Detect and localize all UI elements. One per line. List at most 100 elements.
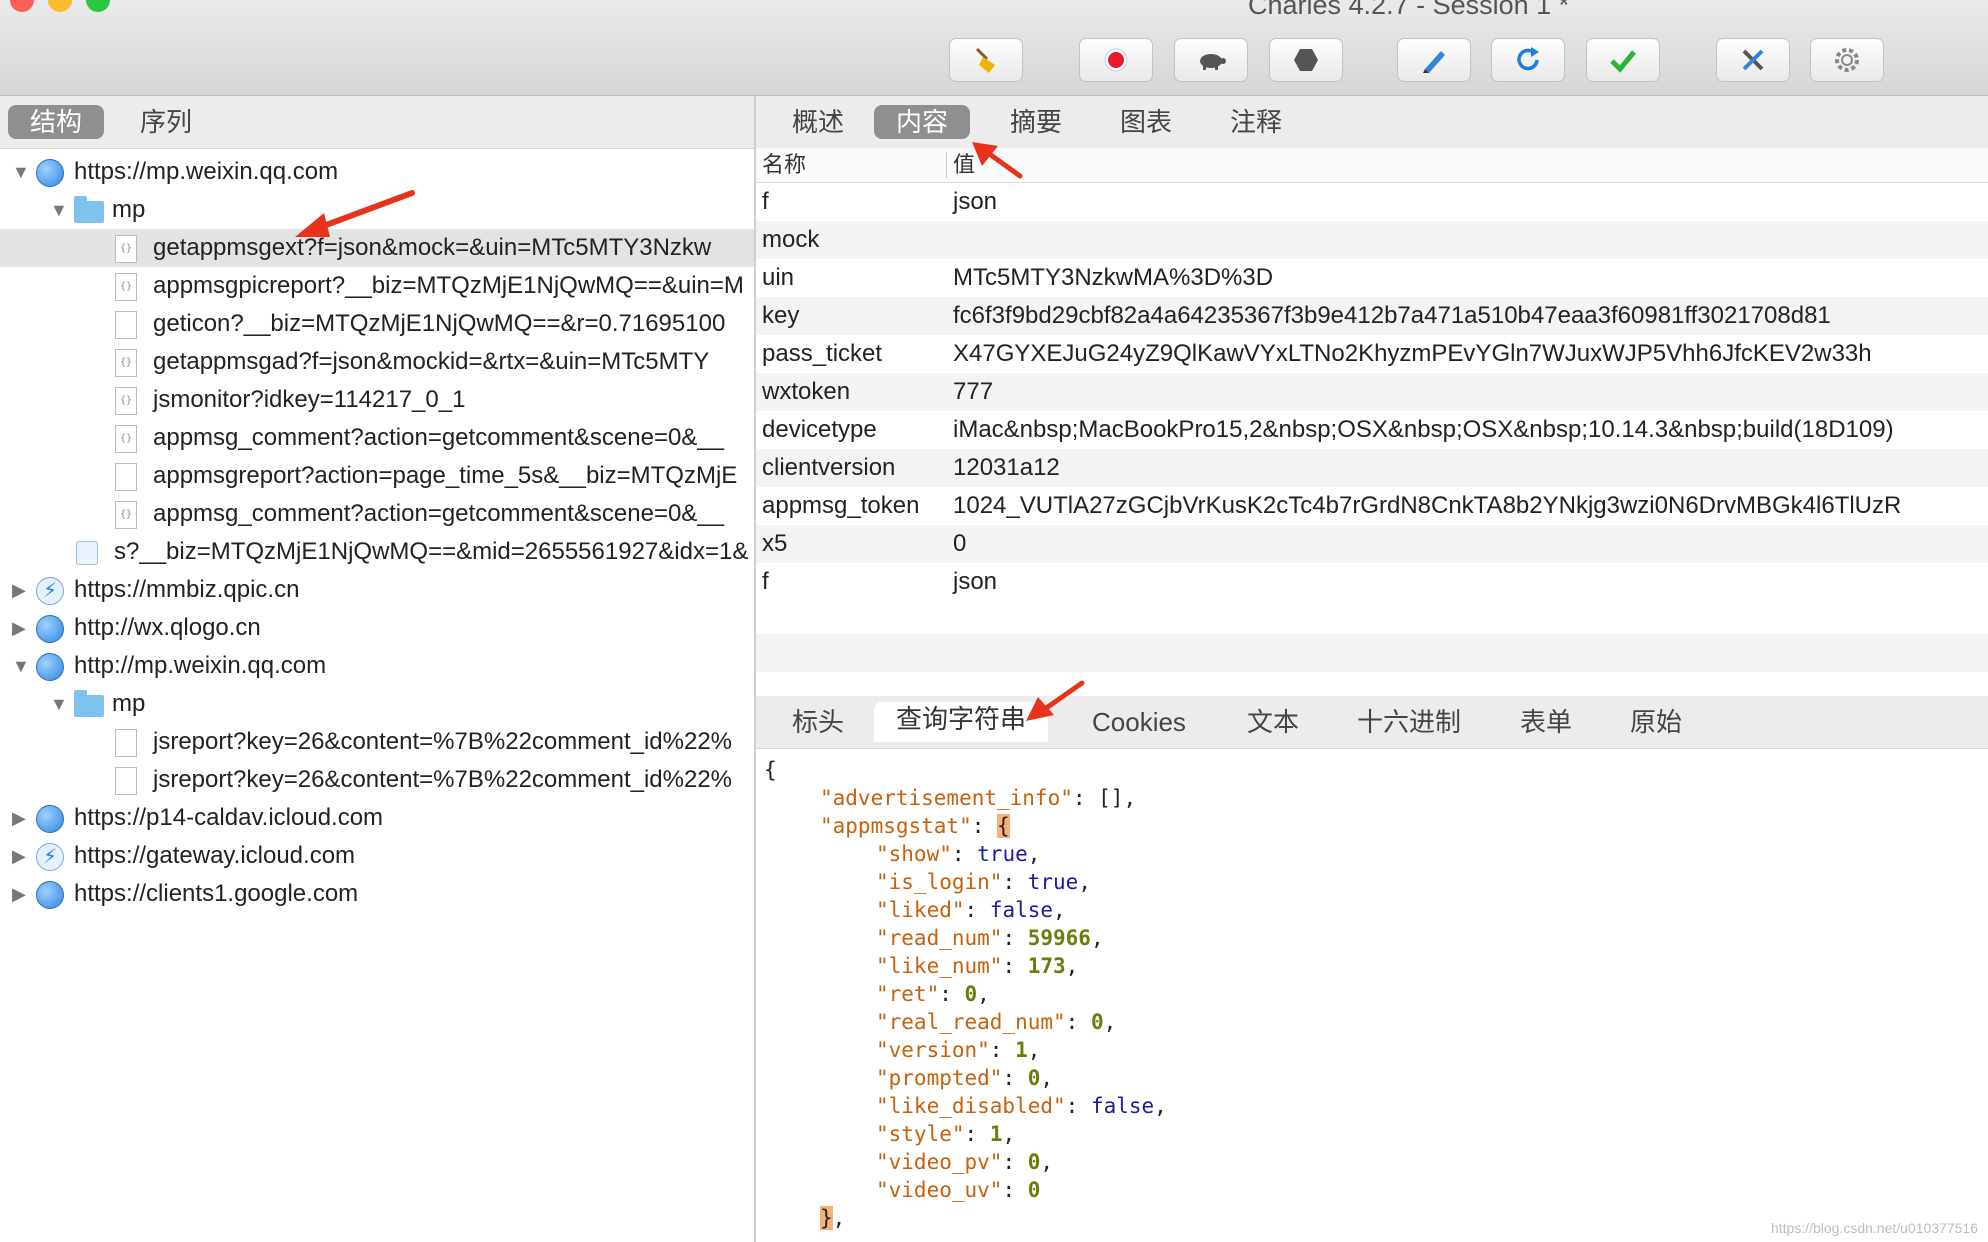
param-value: MTc5MTY3NzkwMA%3D%3D [953, 264, 1274, 291]
json-punctuation: : [1002, 1066, 1028, 1090]
disclosure-collapsed-icon[interactable]: ▶ [12, 571, 30, 609]
host-row[interactable]: ▶ ⚡ https://gateway.icloud.com [0, 837, 754, 875]
column-divider[interactable] [946, 152, 947, 178]
table-empty-row [756, 634, 1988, 672]
request-row[interactable]: jsreport?key=26&content=%7B%22comment_id… [0, 723, 754, 761]
request-row[interactable]: {} appmsg_comment?action=getcomment&scene… [0, 495, 754, 533]
query-param-row[interactable]: f json [756, 183, 1988, 221]
detail-tab-bar: 概述 内容 摘要 图表 注释 [756, 96, 1988, 149]
column-name-header[interactable]: 名称 [762, 148, 806, 182]
query-param-row[interactable]: x5 0 [756, 525, 1988, 563]
json-line: "prompted": 0, [764, 1064, 1167, 1092]
request-row[interactable]: {} appmsg_comment?action=getcomment&scene… [0, 419, 754, 457]
host-row[interactable]: ▶ ⚡ https://mmbiz.qpic.cn [0, 571, 754, 609]
record-button[interactable] [1079, 38, 1153, 82]
json-line: "video_pv": 0, [764, 1148, 1167, 1176]
breakpoints-button[interactable] [1269, 38, 1343, 82]
request-row[interactable]: appmsgreport?action=page_time_5s&__biz=M… [0, 457, 754, 495]
tab-contents[interactable]: 内容 [874, 105, 971, 139]
disclosure-expanded-icon[interactable]: ▼ [50, 685, 68, 723]
zoom-window-button[interactable] [86, 0, 110, 12]
json-key: "like_disabled" [876, 1094, 1066, 1118]
request-row[interactable]: {} appmsgpicreport?__biz=MTQzMjE1NjQwMQ==… [0, 267, 754, 305]
json-punctuation: , [1027, 1038, 1041, 1062]
disclosure-expanded-icon[interactable]: ▼ [50, 191, 68, 229]
clear-session-button[interactable] [949, 38, 1023, 82]
param-value: fc6f3f9bd29cbf82a4a64235367f3b9e412b7a47… [953, 302, 1831, 329]
query-param-row[interactable]: clientversion 12031a12 [756, 449, 1988, 487]
request-row[interactable]: {} jsmonitor?idkey=114217_0_1 [0, 381, 754, 419]
folder-icon [74, 196, 104, 223]
json-line: }, [764, 1204, 1167, 1232]
tab-headers[interactable]: 标头 [770, 705, 866, 739]
host-row[interactable]: ▶ http://wx.qlogo.cn [0, 609, 754, 647]
query-param-row[interactable]: pass_ticket X47GYXEJuG24yZ9QlKawVYxLTNo2K… [756, 335, 1988, 373]
annotation-arrow-icon [295, 190, 415, 237]
pen-icon [1423, 51, 1445, 73]
tree-item-label: appmsgpicreport?__biz=MTQzMjE1NjQwMQ==&u… [153, 272, 744, 299]
request-row[interactable]: s?__biz=MTQzMjE1NjQwMQ==&mid=2655561927&… [0, 533, 754, 571]
tab-summary[interactable]: 摘要 [988, 105, 1084, 139]
tab-overview[interactable]: 概述 [770, 105, 866, 139]
compose-button[interactable] [1397, 38, 1471, 82]
request-row[interactable]: geticon?__biz=MTQzMjE1NjQwMQ==&r=0.71695… [0, 305, 754, 343]
repeat-button[interactable] [1491, 38, 1565, 82]
window-title: Charles 4.2.7 - Session 1 * [1248, 0, 1570, 20]
tools-button[interactable] [1716, 38, 1790, 82]
validate-button[interactable] [1586, 38, 1660, 82]
tree-item-label: jsreport?key=26&content=%7B%22comment_id… [153, 766, 733, 793]
query-param-row[interactable]: wxtoken 777 [756, 373, 1988, 411]
disclosure-expanded-icon[interactable]: ▼ [12, 153, 30, 191]
query-param-row[interactable]: key fc6f3f9bd29cbf82a4a64235367f3b9e412b7… [756, 297, 1988, 335]
watermark: https://blog.csdn.net/u010377516 [1770, 1220, 1978, 1236]
query-param-row[interactable]: f json [756, 563, 1988, 601]
tab-raw[interactable]: 原始 [1608, 705, 1704, 739]
tab-text[interactable]: 文本 [1225, 705, 1321, 739]
json-punctuation: : [964, 1122, 990, 1146]
query-param-row[interactable]: appmsg_token 1024_VUTlA27zGCjbVrKusK2cTc4… [756, 487, 1988, 525]
globe-icon [36, 653, 64, 681]
globe-icon [36, 881, 64, 909]
structure-pane: 结构 序列 ▼ https://mp.weixin.qq.com ▼ mp{} geta… [0, 96, 756, 1242]
json-line: "ret": 0, [764, 980, 1167, 1008]
folder-row[interactable]: ▼ mp [0, 685, 754, 723]
bolt-icon: ⚡ [36, 577, 64, 605]
tab-cookies[interactable]: Cookies [1070, 705, 1208, 739]
title-bar: Charles 4.2.7 - Session 1 * [0, 0, 1988, 96]
left-tab-bar: 结构 序列 [0, 96, 754, 149]
settings-button[interactable] [1810, 38, 1884, 82]
throttle-button[interactable] [1174, 38, 1248, 82]
json-line: "read_num": 59966, [764, 924, 1167, 952]
close-window-button[interactable] [10, 0, 34, 12]
detail-pane: 概述 内容 摘要 图表 注释 名称 值 f json mock uin MTc5MTY3… [756, 96, 1988, 1242]
host-row[interactable]: ▶ https://clients1.google.com [0, 875, 754, 913]
host-row[interactable]: ▼ http://mp.weixin.qq.com [0, 647, 754, 685]
json-punctuation: , [1090, 926, 1104, 950]
tree-item-label: jsreport?key=26&content=%7B%22comment_id… [153, 728, 733, 755]
json-viewer[interactable]: {"advertisement_info": [], "appmsgstat": … [764, 756, 1167, 1232]
disclosure-expanded-icon[interactable]: ▼ [12, 647, 30, 685]
query-param-row[interactable]: devicetype iMac&nbsp;MacBookPro15,2&nbsp;… [756, 411, 1988, 449]
json-punctuation: : [1002, 954, 1028, 978]
query-param-row[interactable]: uin MTc5MTY3NzkwMA%3D%3D [756, 259, 1988, 297]
request-row[interactable]: jsreport?key=26&content=%7B%22comment_id… [0, 761, 754, 799]
tab-sequence[interactable]: 序列 [118, 105, 214, 139]
query-param-row[interactable]: mock [756, 221, 1988, 259]
disclosure-collapsed-icon[interactable]: ▶ [12, 875, 30, 913]
tab-form[interactable]: 表单 [1498, 705, 1594, 739]
doc-icon [115, 729, 137, 757]
tab-chart[interactable]: 图表 [1098, 105, 1194, 139]
disclosure-collapsed-icon[interactable]: ▶ [12, 799, 30, 837]
disclosure-collapsed-icon[interactable]: ▶ [12, 609, 30, 647]
tab-hex[interactable]: 十六进制 [1335, 705, 1483, 739]
tab-structure[interactable]: 结构 [8, 105, 105, 139]
request-row[interactable]: {} getappmsgad?f=json&mockid=&rtx=&uin=MT… [0, 343, 754, 381]
host-row[interactable]: ▶ https://p14-caldav.icloud.com [0, 799, 754, 837]
json-line: "like_disabled": false, [764, 1092, 1167, 1120]
json-value: 173 [1027, 954, 1066, 978]
disclosure-collapsed-icon[interactable]: ▶ [12, 837, 30, 875]
minimize-window-button[interactable] [48, 0, 72, 12]
doc-icon [115, 463, 137, 491]
tab-notes[interactable]: 注释 [1208, 105, 1304, 139]
json-key: "read_num" [876, 926, 1003, 950]
